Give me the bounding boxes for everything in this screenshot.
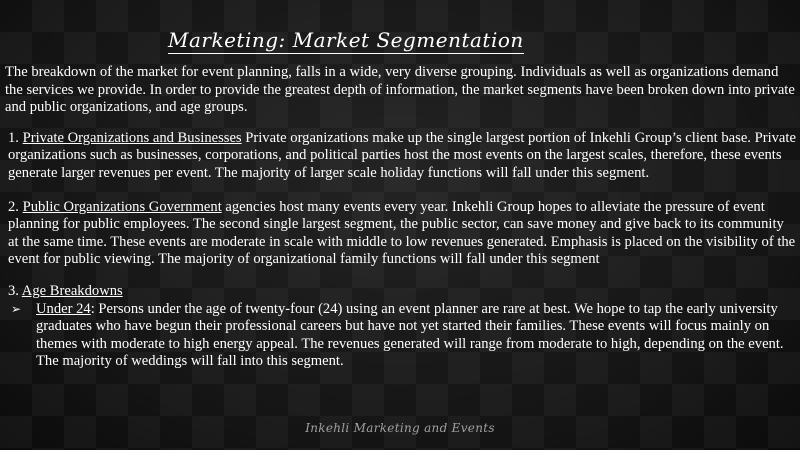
- slide-body: The breakdown of the market for event pl…: [5, 64, 797, 371]
- section-heading: Private Organizations and Businesses: [22, 129, 242, 146]
- bullet-item: ➢ Under 24: Persons under the age of twe…: [8, 301, 797, 371]
- section-number: 1.: [8, 129, 19, 146]
- footer-text: Inkehli Marketing and Events: [305, 421, 495, 435]
- section-age-breakdowns: 3. Age Breakdowns ➢ Under 24: Persons un…: [5, 283, 797, 371]
- arrow-bullet-icon: ➢: [11, 301, 22, 316]
- section-heading: Age Breakdowns: [21, 282, 123, 299]
- bullet-text: Under 24: Persons under the age of twent…: [36, 301, 797, 371]
- section-number: 2.: [8, 198, 19, 215]
- bullet-label: Under 24: [36, 300, 91, 317]
- slide-title: Marketing: Market Segmentation: [168, 28, 524, 54]
- section-private-organizations: 1. Private Organizations and Businesses …: [5, 130, 797, 183]
- section-heading: Public Organizations Government: [22, 198, 222, 215]
- section-number: 3.: [8, 282, 19, 299]
- section-heading-row: 3. Age Breakdowns: [8, 283, 797, 301]
- bullet-body: : Persons under the age of twenty-four (…: [36, 300, 784, 370]
- section-public-organizations: 2. Public Organizations Government agenc…: [5, 199, 797, 269]
- intro-paragraph: The breakdown of the market for event pl…: [5, 64, 795, 116]
